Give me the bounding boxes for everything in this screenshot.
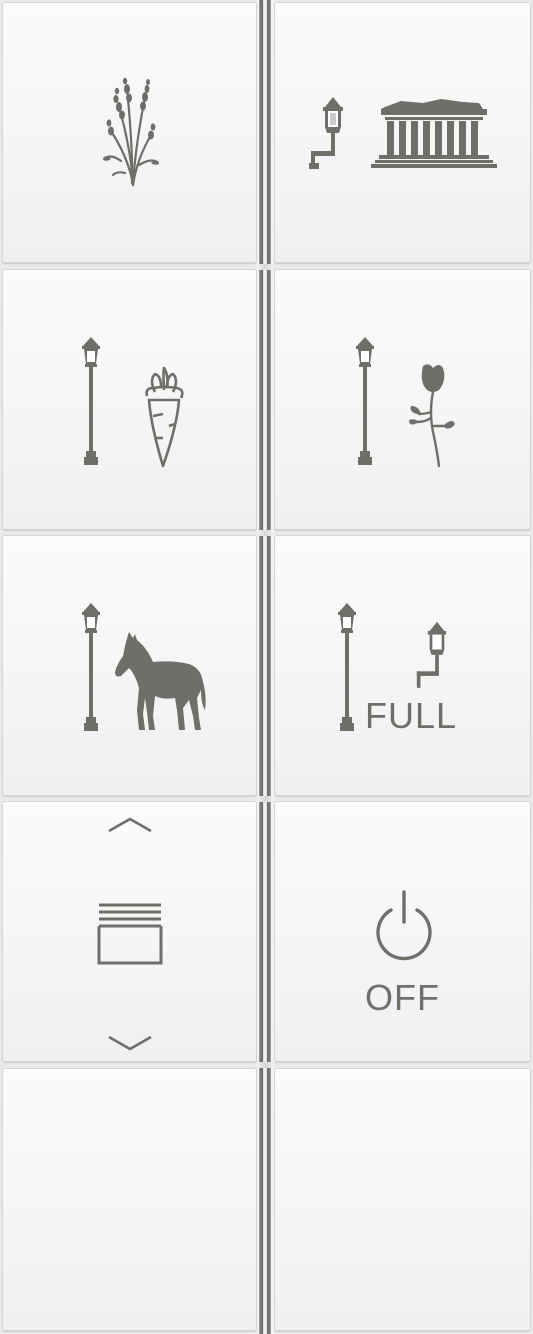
wall-lantern-icon xyxy=(309,97,343,169)
monument-scene-button[interactable] xyxy=(274,2,531,263)
full-label: FULL xyxy=(365,695,458,736)
off-label: OFF xyxy=(365,977,440,1018)
off-button[interactable]: OFF xyxy=(274,801,531,1062)
keypad-panel: FULL OFF xyxy=(0,0,533,1334)
chevron-up-icon[interactable] xyxy=(107,816,153,834)
divider-joint xyxy=(257,530,274,536)
blinds-button[interactable] xyxy=(2,801,257,1062)
blank-button-left[interactable] xyxy=(2,1068,257,1331)
horse-icon xyxy=(115,632,206,730)
center-divider xyxy=(257,0,274,1334)
lavender-scene-button[interactable] xyxy=(2,2,257,263)
rose-garden-scene-button[interactable] xyxy=(274,269,531,530)
carrot-icon xyxy=(145,366,184,468)
power-icon xyxy=(376,890,432,961)
stable-scene-button[interactable] xyxy=(2,535,257,796)
blank-button-right[interactable] xyxy=(274,1068,531,1331)
divider-joint xyxy=(257,264,274,270)
rose-icon xyxy=(409,364,455,468)
lavender-icon xyxy=(103,77,159,187)
divider-joint xyxy=(257,796,274,802)
wall-lantern-icon xyxy=(416,621,447,688)
chevron-down-icon[interactable] xyxy=(107,1034,153,1052)
full-lights-button[interactable]: FULL xyxy=(274,535,531,796)
parthenon-icon xyxy=(371,99,497,168)
lamp-post-icon xyxy=(82,337,100,465)
lamp-post-icon xyxy=(356,337,374,465)
blind-icon xyxy=(97,903,163,965)
divider-joint xyxy=(257,1062,274,1068)
lamp-post-icon xyxy=(82,603,100,731)
garden-scene-button[interactable] xyxy=(2,269,257,530)
lamp-post-icon xyxy=(338,603,356,731)
